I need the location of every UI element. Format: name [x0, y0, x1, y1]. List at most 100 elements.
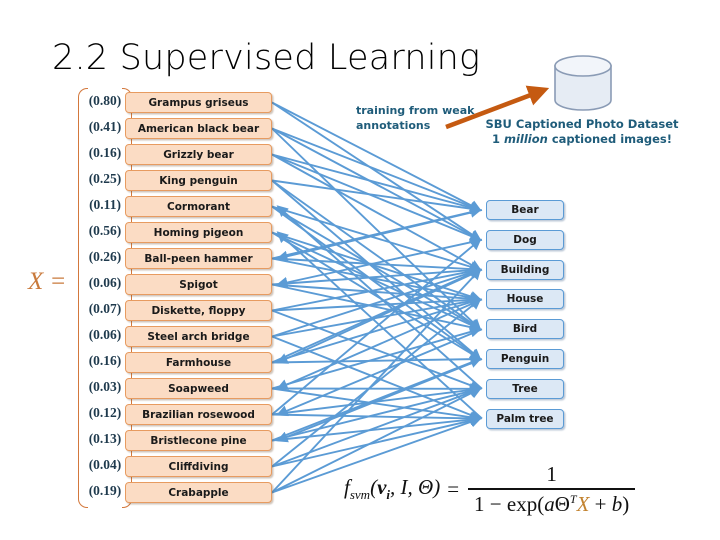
edge-line	[271, 283, 482, 333]
concept-label-box[interactable]: King penguin	[125, 170, 272, 191]
edge-line	[271, 153, 482, 271]
edge-line	[271, 353, 482, 365]
concept-label-box[interactable]: Cliffdiving	[125, 456, 272, 477]
formula-arg-i: I	[400, 475, 408, 500]
class-label-box[interactable]: Palm tree	[486, 408, 564, 429]
feature-vector-row: (0.80) Grampus griseus	[78, 92, 280, 115]
edge-line	[271, 386, 482, 468]
concept-label-box[interactable]: Spigot	[125, 274, 272, 295]
class-label-box[interactable]: House	[486, 289, 564, 310]
edge-line	[271, 413, 482, 442]
feature-vector-row: (0.25) King penguin	[78, 170, 280, 193]
feature-weight-value: (0.41)	[88, 119, 122, 134]
formula-fsub: svm	[349, 487, 371, 503]
edge-line	[271, 153, 482, 214]
concept-label-box[interactable]: Brazilian rosewood	[125, 404, 272, 425]
formula-paren-open: (	[370, 475, 378, 500]
edge-line	[271, 298, 482, 468]
concept-label-box[interactable]: Grizzly bear	[125, 144, 272, 165]
edge-line	[271, 205, 482, 331]
edge-line	[271, 231, 482, 360]
edge-line	[271, 153, 482, 242]
training-annotation-line2: annotations	[356, 119, 431, 132]
dataset-caption: SBU Captioned Photo Dataset 1 million ca…	[477, 117, 687, 147]
formula-fraction: 1 1 − exp(aΘTX + b)	[468, 462, 636, 517]
class-labels-block: Bear Dog Building House Bird Penguin Tree Palm …	[486, 200, 576, 435]
formula-den-close: )	[622, 491, 630, 516]
edge-line	[271, 205, 482, 361]
edge-line	[271, 326, 482, 390]
formula-den-post: +	[589, 491, 612, 516]
edge-line	[271, 127, 482, 331]
feature-vector-row: (0.16) Grizzly bear	[78, 144, 280, 167]
edge-line	[271, 264, 482, 286]
edge-line	[276, 231, 483, 420]
feature-vector-row: (0.13) Bristlecone pine	[78, 430, 280, 453]
feature-weight-value: (0.03)	[88, 379, 122, 394]
concept-label-box[interactable]: Diskette, floppy	[125, 300, 272, 321]
feature-weight-value: (0.56)	[88, 223, 122, 238]
feature-weight-value: (0.19)	[88, 483, 122, 498]
formula-lhs: fsvm(vi, I, Θ)	[344, 475, 440, 503]
concept-label-box[interactable]: Crabapple	[125, 482, 272, 503]
edge-line	[271, 384, 482, 416]
dataset-count-post: captioned images!	[547, 132, 673, 146]
edge-line	[271, 179, 482, 361]
feature-weight-value: (0.12)	[88, 405, 122, 420]
formula-numerator: 1	[546, 462, 557, 486]
training-annotation-line1: training from weak	[356, 104, 475, 117]
feature-vector-row: (0.06) Spigot	[78, 274, 280, 297]
concept-label-box[interactable]: American black bear	[125, 118, 272, 139]
concept-label-box[interactable]: Farmhouse	[125, 352, 272, 373]
feature-vector-block: (0.80) Grampus griseus (0.41) American blac…	[78, 88, 280, 508]
class-label-box[interactable]: Dog	[486, 229, 564, 250]
formula-equals: =	[447, 476, 460, 501]
edge-line	[271, 335, 482, 421]
concept-label-box[interactable]: Cormorant	[125, 196, 272, 217]
class-label-box[interactable]: Tree	[486, 378, 564, 399]
concept-label-box[interactable]: Bristlecone pine	[125, 430, 272, 451]
feature-vector-row: (0.04) Cliffdiving	[78, 456, 280, 479]
class-label-box[interactable]: Bird	[486, 319, 564, 340]
edge-line	[271, 206, 482, 260]
edge-line	[276, 205, 483, 390]
edge-line	[271, 257, 482, 304]
page-title: 2.2 Supervised Learning	[52, 38, 481, 78]
edge-line	[271, 267, 482, 338]
concept-label-box[interactable]: Soapweed	[125, 378, 272, 399]
class-label-box[interactable]: Bear	[486, 200, 564, 220]
edge-line	[271, 179, 482, 215]
feature-weight-value: (0.25)	[88, 171, 122, 186]
feature-weight-value: (0.06)	[88, 275, 122, 290]
concept-label-box[interactable]: Steel arch bridge	[125, 326, 272, 347]
concept-label-box[interactable]: Grampus griseus	[125, 92, 272, 113]
edge-line	[271, 265, 482, 312]
feature-weight-value: (0.16)	[88, 145, 122, 160]
feature-vector-row: (0.41) American black bear	[78, 118, 280, 141]
class-label-box[interactable]: Building	[486, 259, 564, 280]
x-equals-label: X =	[28, 268, 67, 295]
formula-paren-close: )	[433, 475, 441, 500]
concept-label-box[interactable]: Ball-peen hammer	[125, 248, 272, 269]
edge-line	[276, 209, 483, 262]
class-label-box[interactable]: Penguin	[486, 349, 564, 369]
dataset-count-italic: million	[503, 132, 548, 146]
edge-line	[276, 358, 483, 443]
concept-label-box[interactable]: Homing pigeon	[125, 222, 272, 243]
formula-sep2: ,	[407, 475, 419, 500]
formula-den-theta: Θ	[554, 491, 570, 516]
edge-line	[271, 412, 482, 425]
feature-vector-row: (0.19) Crabapple	[78, 482, 280, 505]
formula-arg-theta: Θ	[418, 475, 434, 500]
feature-vector-row: (0.26) Ball-peen hammer	[78, 248, 280, 271]
feature-vector-row: (0.12) Brazilian rosewood	[78, 404, 280, 427]
edge-line	[276, 238, 483, 289]
feature-vector-row: (0.06) Steel arch bridge	[78, 326, 280, 349]
edge-line	[271, 179, 482, 331]
feature-vector-row: (0.03) Soapweed	[78, 378, 280, 401]
edge-line	[271, 387, 482, 423]
feature-weight-value: (0.26)	[88, 249, 122, 264]
formula-den-a: a	[544, 491, 555, 516]
feature-weight-value: (0.16)	[88, 353, 122, 368]
formula-den-transpose: T	[569, 491, 577, 506]
